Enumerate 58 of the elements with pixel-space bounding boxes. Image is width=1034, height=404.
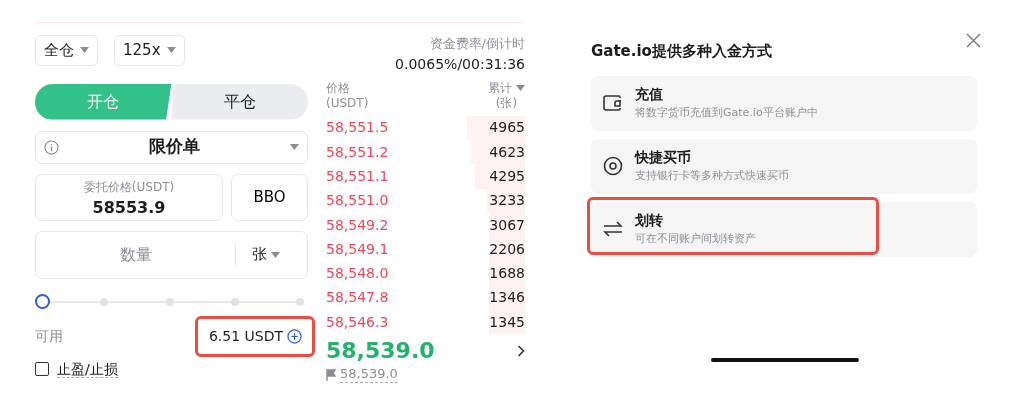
ask-price[interactable]: 58,549.2	[326, 214, 389, 236]
add-icon[interactable]	[287, 328, 302, 344]
mark-price: 58,539.0	[340, 367, 398, 383]
ask-total: 3067	[489, 212, 525, 238]
checkbox[interactable]	[35, 362, 49, 377]
caret-icon	[516, 85, 525, 92]
deposit-option[interactable]: 划转 可在不同账户间划转资产	[591, 201, 977, 257]
ask-price[interactable]: 58,549.1	[326, 238, 389, 260]
dropdown[interactable]: 125x	[114, 35, 185, 66]
ask-total: 1688	[489, 261, 525, 286]
chevron-right-icon[interactable]	[517, 344, 525, 357]
bbo-button[interactable]: BBO	[231, 173, 308, 221]
close-icon[interactable]	[966, 33, 981, 48]
ask-price[interactable]: 58,551.2	[326, 141, 389, 163]
ask-price[interactable]: 58,551.0	[326, 190, 389, 212]
order-type-select[interactable]: 限价单	[35, 130, 308, 164]
funding-label: 资金费率/倒计时	[428, 35, 525, 53]
column-header: (张)	[495, 96, 518, 111]
ask-total: 4965	[467, 115, 525, 140]
flag-icon	[326, 369, 336, 381]
available-balance: 6.51 USDT	[208, 326, 283, 346]
caret-icon	[80, 47, 89, 54]
ask-total: 4623	[471, 140, 525, 165]
ask-price[interactable]: 58,551.5	[326, 117, 389, 139]
info-icon	[44, 139, 59, 155]
ask-price[interactable]: 58,547.8	[326, 287, 389, 309]
ask-total: 2206	[489, 237, 525, 262]
checkbox-label: 止盈/止损	[57, 360, 118, 379]
ask-total: 1346	[489, 285, 525, 311]
slider-thumb[interactable]	[35, 293, 50, 309]
wallet-icon	[603, 95, 623, 111]
caret-icon	[290, 144, 299, 150]
slider-stop[interactable]	[296, 297, 304, 306]
ask-total: 3233	[487, 188, 525, 213]
column-header: 累计	[488, 80, 512, 97]
slider-stop[interactable]	[230, 297, 239, 306]
price-field[interactable]: 委托价格(USDT) 58553.9	[35, 173, 223, 221]
funding-value: 0.0065%/00:31:36	[394, 54, 525, 74]
last-price: 58,539.0	[326, 337, 435, 366]
quantity-field[interactable]: 数量 张	[35, 230, 308, 279]
ask-total: 4295	[474, 164, 525, 189]
coin-icon	[603, 156, 623, 176]
deposit-option[interactable]: 充值 将数字货币充值到Gate.io平台账户中	[591, 75, 977, 131]
ask-price[interactable]: 58,551.1	[326, 165, 389, 187]
ask-price[interactable]: 58,548.0	[326, 263, 389, 285]
ask-total: 1345	[489, 310, 525, 335]
available-label: 可用	[35, 326, 63, 346]
tab[interactable]: 平仓	[171, 83, 308, 120]
slider-stop[interactable]	[100, 297, 109, 306]
slider-stop[interactable]	[165, 297, 174, 306]
deposit-option[interactable]: 快捷买币 支持银行卡等多种方式快速买币	[591, 138, 977, 194]
caret-icon	[166, 47, 176, 54]
dropdown[interactable]: 全仓	[35, 35, 98, 66]
caret-icon	[271, 251, 280, 258]
sheet-title: Gate.io提供多种入金方式	[591, 41, 772, 62]
column-header: 价格 (USDT)	[326, 80, 369, 112]
transfer-icon	[603, 221, 623, 237]
ask-price[interactable]: 58,546.3	[326, 311, 389, 333]
